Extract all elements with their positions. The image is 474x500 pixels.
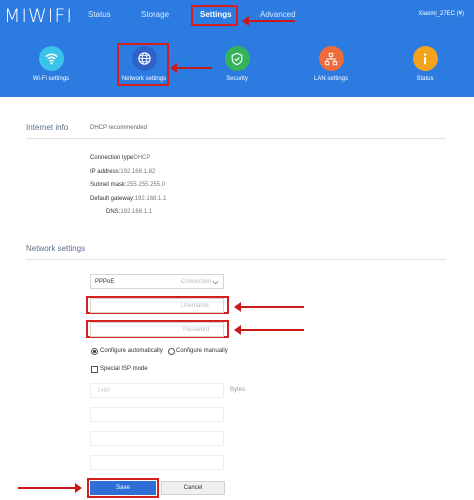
lan-icon bbox=[318, 46, 344, 71]
nav-advanced[interactable]: Advanced bbox=[260, 10, 296, 19]
top-bar: MIWIFI Status Storage Settings Advanced … bbox=[0, 0, 474, 97]
wifi-settings-label: Wi-Fi settings bbox=[32, 76, 70, 82]
username-placeholder: Username bbox=[181, 303, 209, 309]
wifi-settings-tile[interactable]: Wi-Fi settings bbox=[16, 46, 86, 82]
dhcp-note: DHCP recommended bbox=[90, 125, 147, 131]
password-field[interactable]: Password bbox=[90, 322, 224, 337]
internet-divider bbox=[26, 138, 446, 139]
dns-row: DNS:192.168.1.1 bbox=[106, 209, 153, 215]
default-gateway-row: Default gateway:192.168.1.1 bbox=[90, 196, 167, 202]
network-highlight-box bbox=[117, 43, 169, 86]
configure-auto-label: Configure automatically bbox=[100, 348, 163, 354]
connection-type-select[interactable]: PPPoE Connection bbox=[90, 274, 224, 289]
security-label: Security bbox=[226, 76, 248, 82]
username-field[interactable]: Username bbox=[90, 298, 224, 313]
special-isp-checkbox[interactable] bbox=[91, 366, 98, 373]
status-label: Status bbox=[416, 76, 434, 82]
info-icon bbox=[412, 46, 438, 71]
dns1-field[interactable] bbox=[90, 407, 224, 422]
connection-type-row: Connection typeDHCP bbox=[90, 155, 151, 161]
dns3-field[interactable] bbox=[90, 455, 224, 470]
password-placeholder: Password bbox=[183, 327, 210, 333]
subnet-mask-row: Subnet mask:255.255.255.0 bbox=[90, 182, 166, 188]
network-divider bbox=[26, 259, 446, 260]
save-button[interactable]: Save bbox=[90, 481, 156, 495]
nav-storage[interactable]: Storage bbox=[141, 10, 169, 19]
internet-info-title: Internet info bbox=[26, 123, 69, 132]
wifi-icon bbox=[38, 46, 64, 71]
network-settings-title: Network settings bbox=[26, 244, 86, 253]
username-arrow bbox=[234, 302, 304, 312]
settings-highlight-box bbox=[191, 5, 238, 26]
mtu-value: 1480 bbox=[97, 388, 111, 394]
status-tile[interactable]: Status bbox=[390, 46, 460, 82]
password-arrow bbox=[234, 325, 304, 335]
mtu-field[interactable]: 1480 bbox=[90, 383, 224, 398]
security-tile[interactable]: Security bbox=[202, 46, 272, 82]
settings-card bbox=[9, 97, 471, 500]
nav-status[interactable]: Status bbox=[88, 10, 111, 19]
configure-auto-radio[interactable] bbox=[91, 348, 98, 355]
cancel-button[interactable]: Cancel bbox=[161, 481, 225, 495]
special-isp-label: Special ISP mode bbox=[100, 366, 148, 372]
user-menu[interactable]: Xiaomi_27EC (¥) bbox=[418, 11, 464, 17]
ip-address-row: IP address:192.168.1.82 bbox=[90, 169, 156, 175]
configure-manual-radio[interactable] bbox=[168, 348, 175, 355]
lan-settings-label: LAN settings bbox=[313, 76, 349, 82]
save-arrow bbox=[18, 483, 82, 493]
logo: MIWIFI bbox=[4, 5, 73, 27]
configure-manual-label: Configure manually bbox=[176, 348, 228, 354]
connection-select-placeholder: Connection bbox=[181, 279, 212, 285]
chevron-down-icon bbox=[212, 280, 219, 285]
shield-icon bbox=[224, 46, 250, 71]
mtu-unit: Bytes bbox=[230, 387, 246, 393]
dns2-field[interactable] bbox=[90, 431, 224, 446]
connection-select-value: PPPoE bbox=[95, 279, 115, 285]
lan-settings-tile[interactable]: LAN settings bbox=[296, 46, 366, 82]
settings-arrow bbox=[242, 16, 295, 26]
